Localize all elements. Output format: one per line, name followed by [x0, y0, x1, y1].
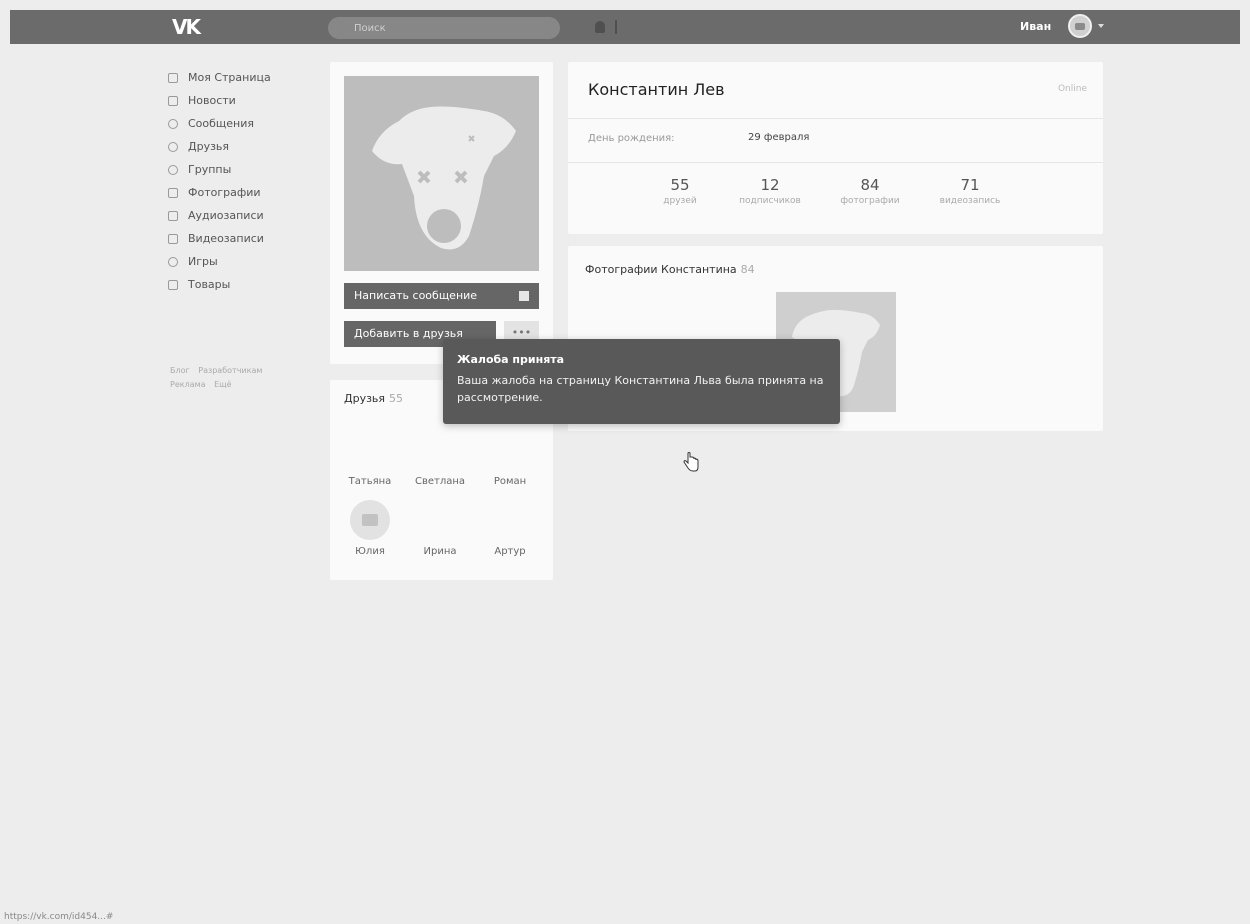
home-icon — [168, 72, 178, 83]
news-icon — [168, 95, 178, 106]
nav-item-label: Новости — [188, 94, 236, 107]
send-message-label: Написать сообщение — [354, 289, 478, 302]
top-bar: VK Иван — [10, 10, 1240, 44]
stat-value: 55 — [670, 176, 690, 194]
profile-card: Написать сообщение Добавить в друзья ••• — [330, 62, 553, 364]
nav-item-friends[interactable]: Друзья — [168, 135, 318, 158]
footer-links: Блог Разработчикам Реклама Ещё — [170, 364, 320, 392]
friend-name: Артур — [494, 546, 526, 557]
friend-item[interactable]: Татьяна — [338, 476, 402, 487]
stat-followers[interactable]: 12 подписчиков — [720, 176, 820, 206]
stat-photos[interactable]: 84 фотографии — [820, 176, 920, 206]
left-navigation: Моя Страница Новости Сообщения Друзья Гр… — [168, 66, 318, 296]
camera-icon — [362, 514, 378, 526]
nav-item-games[interactable]: Игры — [168, 250, 318, 273]
footer-link-developers[interactable]: Разработчикам — [198, 366, 262, 375]
music-icon[interactable] — [615, 20, 625, 34]
status-bar-url: https://vk.com/id454...# — [4, 912, 114, 922]
nav-item-groups[interactable]: Группы — [168, 158, 318, 181]
chevron-down-icon[interactable] — [1098, 24, 1104, 28]
header-user-name[interactable]: Иван — [1020, 20, 1051, 33]
toast-message: Ваша жалоба на страницу Константина Льва… — [457, 374, 824, 404]
stat-value: 12 — [760, 176, 780, 194]
friends-title: Друзья — [344, 392, 386, 405]
hand-cursor-icon — [683, 452, 699, 472]
goods-icon — [168, 279, 178, 290]
friend-item[interactable]: Светлана — [408, 476, 472, 487]
photos-title: Фотографии Константина — [585, 263, 737, 276]
stat-videos[interactable]: 71 видеозапись — [920, 176, 1020, 206]
friend-name: Светлана — [414, 476, 466, 487]
profile-info-card: Константин Лев Online День рождения: 29 … — [568, 62, 1103, 234]
vk-dog-placeholder-icon — [344, 76, 539, 271]
friend-item[interactable]: Ирина — [408, 546, 472, 557]
nav-item-music[interactable]: Аудиозаписи — [168, 204, 318, 227]
friend-name: Ирина — [423, 546, 457, 557]
nav-item-goods[interactable]: Товары — [168, 273, 318, 296]
footer-link-blog[interactable]: Блог — [170, 366, 190, 375]
messages-icon — [168, 118, 178, 129]
gift-icon[interactable] — [519, 291, 529, 301]
divider — [568, 118, 1103, 119]
nav-item-label: Игры — [188, 255, 218, 268]
birthday-label: День рождения: — [588, 133, 675, 144]
header-avatar[interactable] — [1068, 14, 1092, 38]
friend-item[interactable]: Юлия — [338, 500, 402, 557]
toast-title: Жалоба принята — [457, 353, 565, 366]
nav-item-label: Моя Страница — [188, 71, 271, 84]
friend-name: Татьяна — [348, 476, 392, 487]
nav-item-news[interactable]: Новости — [168, 89, 318, 112]
friend-name: Юлия — [355, 546, 385, 557]
friend-item[interactable]: Артур — [478, 546, 542, 557]
nav-item-messages[interactable]: Сообщения — [168, 112, 318, 135]
photos-header[interactable]: Фотографии Константина 84 — [585, 263, 755, 276]
footer-link-ads[interactable]: Реклама — [170, 380, 206, 389]
nav-item-label: Аудиозаписи — [188, 209, 264, 222]
friend-avatar — [350, 500, 390, 540]
nav-item-label: Видеозаписи — [188, 232, 264, 245]
stat-label: друзей — [663, 196, 697, 206]
footer-link-more[interactable]: Ещё — [214, 380, 232, 389]
vk-logo-icon[interactable]: VK — [172, 14, 212, 40]
nav-item-label: Товары — [188, 278, 231, 291]
friends-icon — [168, 141, 178, 152]
video-icon — [168, 233, 178, 244]
stat-value: 84 — [860, 176, 880, 194]
stat-label: подписчиков — [739, 196, 801, 206]
divider — [568, 162, 1103, 163]
music-icon — [168, 210, 178, 221]
search-input[interactable] — [328, 17, 560, 39]
profile-avatar[interactable] — [344, 76, 539, 271]
photos-count: 84 — [740, 263, 755, 276]
nav-item-label: Сообщения — [188, 117, 255, 130]
games-icon — [168, 256, 178, 267]
friend-name: Роман — [493, 476, 527, 487]
send-message-button[interactable]: Написать сообщение — [344, 283, 539, 309]
groups-icon — [168, 164, 178, 175]
friends-header[interactable]: Друзья 55 — [344, 392, 403, 405]
bell-icon[interactable] — [595, 21, 605, 33]
toast-notification[interactable]: Жалоба принята Ваша жалоба на страницу К… — [443, 339, 840, 424]
online-status: Online — [1057, 84, 1087, 94]
stat-friends[interactable]: 55 друзей — [630, 176, 730, 206]
stat-label: видеозапись — [939, 196, 1001, 206]
nav-item-video[interactable]: Видеозаписи — [168, 227, 318, 250]
nav-item-label: Друзья — [188, 140, 230, 153]
stat-value: 71 — [960, 176, 980, 194]
photos-icon — [168, 187, 178, 198]
stat-label: фотографии — [840, 196, 900, 206]
nav-item-label: Фотографии — [188, 186, 261, 199]
nav-item-my-page[interactable]: Моя Страница — [168, 66, 318, 89]
nav-item-photos[interactable]: Фотографии — [168, 181, 318, 204]
friend-item[interactable]: Роман — [478, 476, 542, 487]
friends-count: 55 — [389, 392, 404, 405]
nav-item-label: Группы — [188, 163, 232, 176]
birthday-value[interactable]: 29 февраля — [748, 132, 809, 143]
profile-name: Константин Лев — [588, 80, 725, 99]
